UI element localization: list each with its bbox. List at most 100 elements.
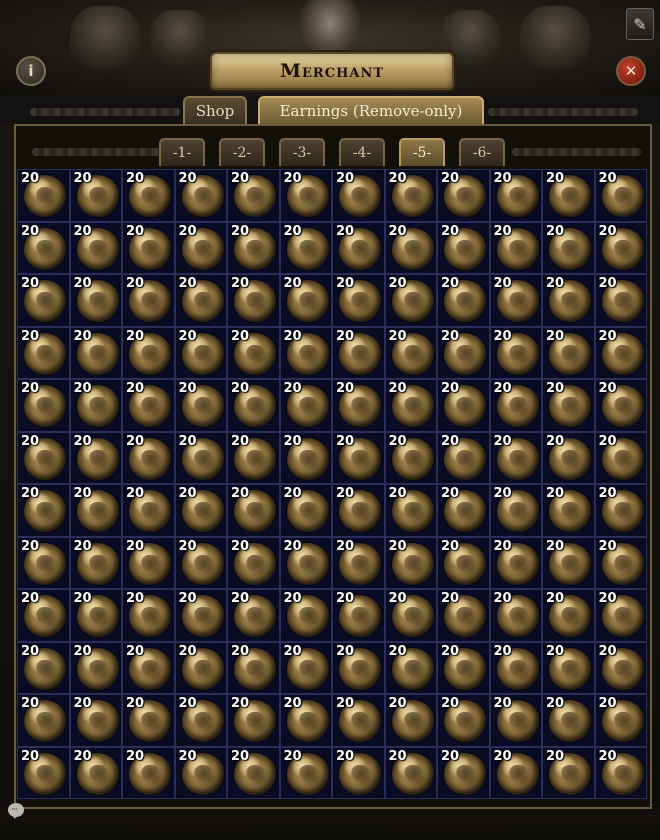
grid-cell[interactable]: 20 [384, 641, 437, 694]
grid-cell[interactable]: 20 [122, 326, 175, 379]
subtab-1[interactable]: -1- [159, 138, 205, 166]
grid-cell[interactable]: 20 [17, 589, 70, 642]
grid-cell[interactable]: 20 [279, 169, 332, 222]
grid-cell[interactable]: 20 [69, 431, 122, 484]
subtab-5[interactable]: -5- [399, 138, 445, 166]
grid-cell[interactable]: 20 [227, 274, 280, 327]
grid-cell[interactable]: 20 [332, 169, 385, 222]
grid-cell[interactable]: 20 [542, 274, 595, 327]
grid-cell[interactable]: 20 [332, 274, 385, 327]
grid-cell[interactable]: 20 [17, 746, 70, 799]
grid-cell[interactable]: 20 [594, 694, 647, 747]
grid-cell[interactable]: 20 [69, 484, 122, 537]
grid-cell[interactable]: 20 [594, 274, 647, 327]
grid-cell[interactable]: 20 [542, 379, 595, 432]
grid-cell[interactable]: 20 [437, 274, 490, 327]
grid-cell[interactable]: 20 [174, 431, 227, 484]
grid-cell[interactable]: 20 [17, 641, 70, 694]
grid-cell[interactable]: 20 [69, 641, 122, 694]
grid-cell[interactable]: 20 [17, 431, 70, 484]
grid-cell[interactable]: 20 [122, 274, 175, 327]
grid-cell[interactable]: 20 [69, 274, 122, 327]
grid-cell[interactable]: 20 [332, 694, 385, 747]
grid-cell[interactable]: 20 [594, 169, 647, 222]
grid-cell[interactable]: 20 [542, 694, 595, 747]
grid-cell[interactable]: 20 [227, 379, 280, 432]
grid-cell[interactable]: 20 [542, 221, 595, 274]
grid-cell[interactable]: 20 [69, 694, 122, 747]
grid-cell[interactable]: 20 [279, 431, 332, 484]
grid-cell[interactable]: 20 [69, 169, 122, 222]
grid-cell[interactable]: 20 [542, 169, 595, 222]
grid-cell[interactable]: 20 [122, 589, 175, 642]
grid-cell[interactable]: 20 [489, 484, 542, 537]
grid-cell[interactable]: 20 [122, 431, 175, 484]
grid-cell[interactable]: 20 [174, 326, 227, 379]
grid-cell[interactable]: 20 [227, 536, 280, 589]
subtab-6[interactable]: -6- [459, 138, 505, 166]
grid-cell[interactable]: 20 [122, 536, 175, 589]
grid-cell[interactable]: 20 [332, 589, 385, 642]
grid-cell[interactable]: 20 [437, 641, 490, 694]
edit-button[interactable]: ✎ [626, 8, 654, 40]
close-button[interactable]: ✕ [616, 56, 646, 86]
grid-cell[interactable]: 20 [279, 694, 332, 747]
tab-earnings[interactable]: Earnings (Remove-only) [258, 96, 484, 124]
grid-cell[interactable]: 20 [489, 746, 542, 799]
grid-cell[interactable]: 20 [122, 694, 175, 747]
grid-cell[interactable]: 20 [594, 536, 647, 589]
grid-cell[interactable]: 20 [174, 694, 227, 747]
grid-cell[interactable]: 20 [384, 221, 437, 274]
grid-cell[interactable]: 20 [332, 746, 385, 799]
grid-cell[interactable]: 20 [17, 694, 70, 747]
grid-cell[interactable]: 20 [227, 746, 280, 799]
grid-cell[interactable]: 20 [122, 746, 175, 799]
grid-cell[interactable]: 20 [227, 431, 280, 484]
grid-cell[interactable]: 20 [542, 431, 595, 484]
grid-cell[interactable]: 20 [122, 379, 175, 432]
grid-cell[interactable]: 20 [227, 169, 280, 222]
grid-cell[interactable]: 20 [384, 169, 437, 222]
grid-cell[interactable]: 20 [489, 431, 542, 484]
grid-cell[interactable]: 20 [174, 746, 227, 799]
grid-cell[interactable]: 20 [279, 536, 332, 589]
grid-cell[interactable]: 20 [437, 379, 490, 432]
subtab-4[interactable]: -4- [339, 138, 385, 166]
grid-cell[interactable]: 20 [69, 589, 122, 642]
grid-cell[interactable]: 20 [384, 536, 437, 589]
grid-cell[interactable]: 20 [437, 746, 490, 799]
grid-cell[interactable]: 20 [489, 379, 542, 432]
grid-cell[interactable]: 20 [332, 431, 385, 484]
grid-cell[interactable]: 20 [437, 694, 490, 747]
grid-cell[interactable]: 20 [384, 746, 437, 799]
grid-cell[interactable]: 20 [279, 641, 332, 694]
grid-cell[interactable]: 20 [69, 746, 122, 799]
grid-cell[interactable]: 20 [437, 221, 490, 274]
grid-cell[interactable]: 20 [174, 536, 227, 589]
grid-cell[interactable]: 20 [384, 431, 437, 484]
grid-cell[interactable]: 20 [279, 589, 332, 642]
grid-cell[interactable]: 20 [437, 169, 490, 222]
grid-cell[interactable]: 20 [17, 379, 70, 432]
grid-cell[interactable]: 20 [17, 274, 70, 327]
grid-cell[interactable]: 20 [279, 221, 332, 274]
grid-cell[interactable]: 20 [542, 589, 595, 642]
grid-cell[interactable]: 20 [17, 326, 70, 379]
grid-cell[interactable]: 20 [384, 694, 437, 747]
grid-cell[interactable]: 20 [174, 589, 227, 642]
info-button[interactable]: i [16, 56, 46, 86]
grid-cell[interactable]: 20 [279, 379, 332, 432]
grid-cell[interactable]: 20 [174, 274, 227, 327]
grid-cell[interactable]: 20 [174, 169, 227, 222]
grid-cell[interactable]: 20 [594, 379, 647, 432]
grid-cell[interactable]: 20 [437, 484, 490, 537]
grid-cell[interactable]: 20 [332, 326, 385, 379]
grid-cell[interactable]: 20 [437, 536, 490, 589]
grid-cell[interactable]: 20 [279, 484, 332, 537]
grid-cell[interactable]: 20 [122, 484, 175, 537]
grid-cell[interactable]: 20 [489, 326, 542, 379]
subtab-2[interactable]: -2- [219, 138, 265, 166]
grid-cell[interactable]: 20 [594, 431, 647, 484]
grid-cell[interactable]: 20 [17, 536, 70, 589]
grid-cell[interactable]: 20 [437, 431, 490, 484]
